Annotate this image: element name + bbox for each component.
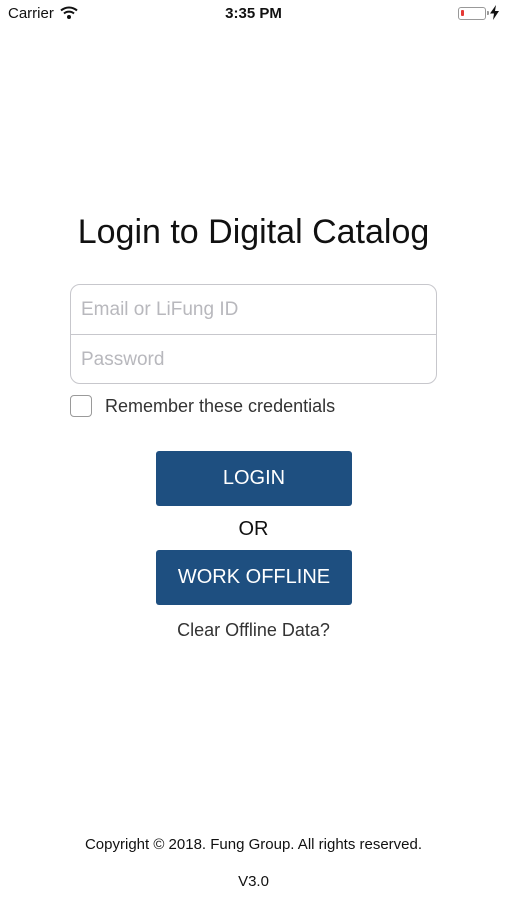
status-time: 3:35 PM — [225, 5, 282, 22]
login-button[interactable]: LOGIN — [156, 451, 352, 506]
charging-bolt-icon — [490, 5, 499, 25]
login-fields-group — [70, 284, 437, 384]
remember-checkbox[interactable] — [70, 395, 92, 417]
work-offline-button[interactable]: WORK OFFLINE — [156, 550, 352, 605]
battery-icon — [458, 7, 489, 20]
password-field[interactable] — [71, 335, 436, 383]
version-label: V3.0 — [238, 873, 269, 890]
remember-credentials-row[interactable]: Remember these credentials — [70, 395, 335, 417]
email-field[interactable] — [71, 285, 436, 334]
clear-offline-data-link[interactable]: Clear Offline Data? — [0, 620, 507, 641]
page-title: Login to Digital Catalog — [77, 213, 430, 251]
copyright-text: Copyright © 2018. Fung Group. All rights… — [84, 836, 423, 853]
status-bar: Carrier 3:35 PM — [0, 0, 507, 28]
or-separator: OR — [238, 518, 269, 540]
remember-label: Remember these credentials — [105, 395, 336, 416]
